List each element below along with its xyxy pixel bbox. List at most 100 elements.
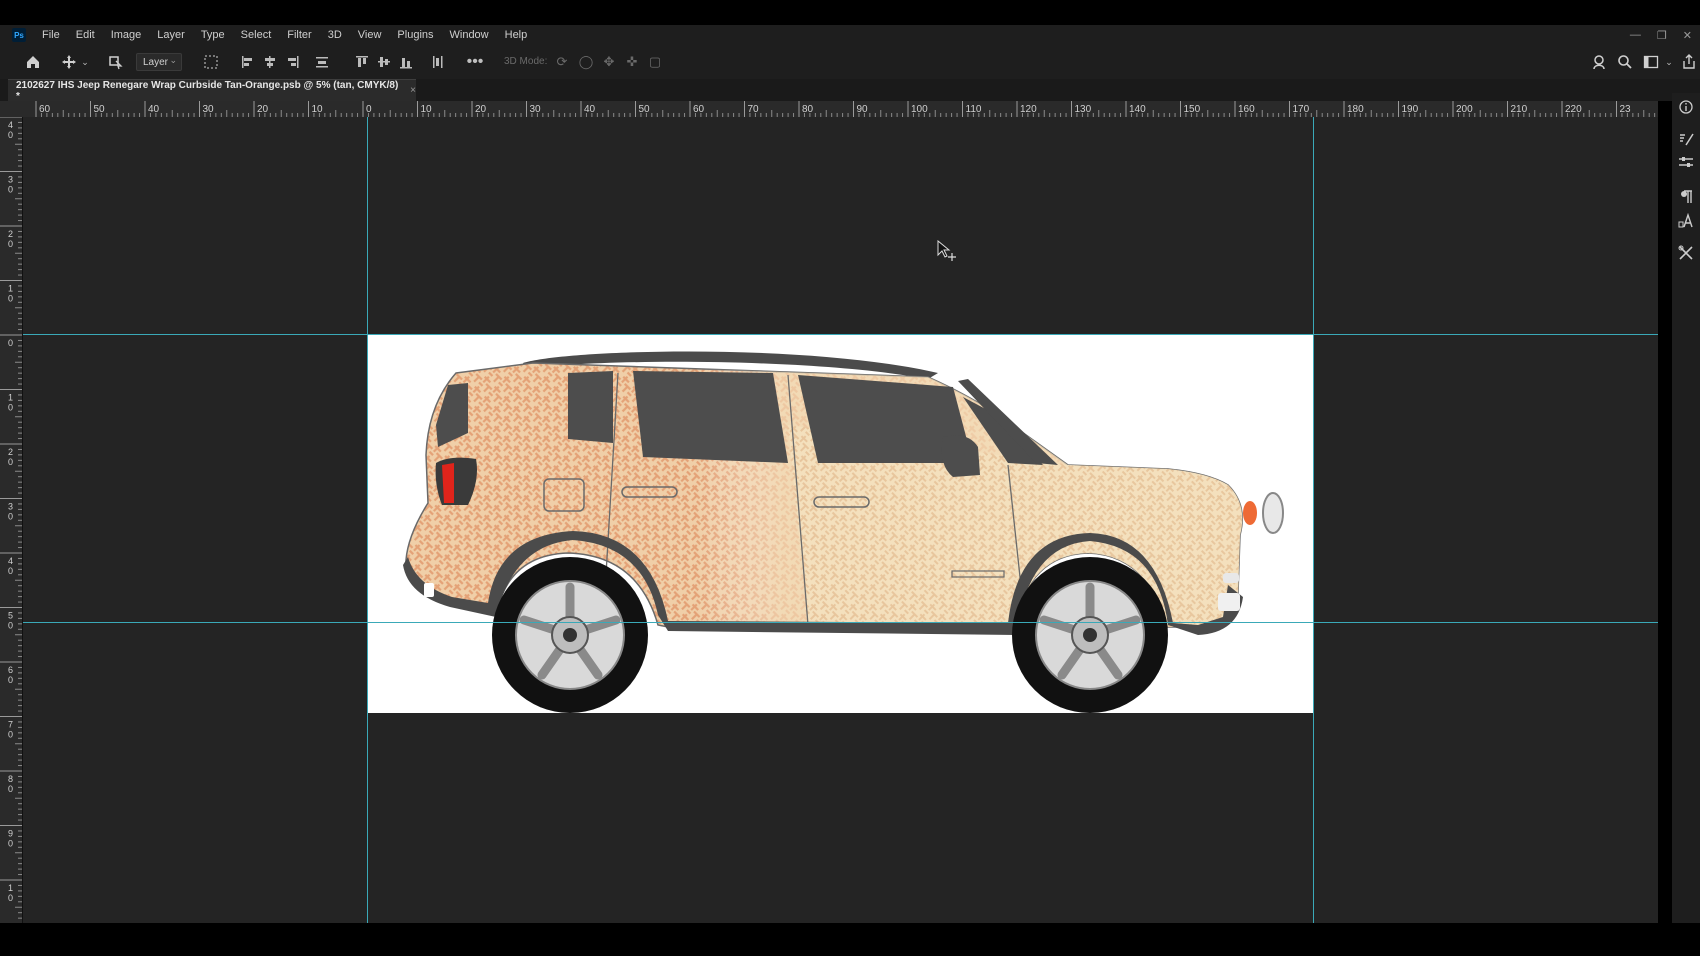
distribute-vertical-icon[interactable] bbox=[430, 53, 446, 71]
distribute-icon[interactable] bbox=[314, 53, 330, 71]
learn-icon[interactable] bbox=[1590, 53, 1608, 71]
menu-plugins[interactable]: Plugins bbox=[389, 29, 441, 41]
align-right-icon[interactable] bbox=[284, 53, 300, 71]
transform-controls-icon[interactable] bbox=[202, 53, 220, 71]
chevron-down-icon[interactable]: ⌄ bbox=[1664, 53, 1674, 71]
3d-slide-icon[interactable]: ✜ bbox=[624, 53, 640, 71]
character-icon[interactable] bbox=[1678, 213, 1694, 229]
minimize-icon[interactable]: — bbox=[1630, 29, 1641, 41]
adjustments-icon[interactable] bbox=[1678, 155, 1694, 171]
ruler-label: 0 bbox=[8, 621, 13, 631]
ruler-label: 160 bbox=[1238, 104, 1255, 115]
3d-pan-icon[interactable]: ✥ bbox=[601, 53, 617, 71]
menu-file[interactable]: File bbox=[34, 29, 68, 41]
menu-edit[interactable]: Edit bbox=[68, 29, 103, 41]
move-icon[interactable] bbox=[60, 53, 78, 71]
ruler-label: 120 bbox=[1020, 104, 1037, 115]
align-middle-icon[interactable] bbox=[376, 53, 392, 71]
ruler-label: 40 bbox=[148, 104, 160, 115]
ruler-label: 5 bbox=[8, 611, 13, 621]
ruler-label: 100 bbox=[911, 104, 928, 115]
menu-layer[interactable]: Layer bbox=[149, 29, 193, 41]
share-icon[interactable] bbox=[1680, 53, 1698, 71]
close-window-icon[interactable]: ✕ bbox=[1683, 29, 1692, 42]
auto-select-value: Layer bbox=[143, 56, 169, 68]
auto-select-dropdown[interactable]: Layer ⌄ bbox=[136, 53, 182, 71]
ruler-label: 0 bbox=[8, 675, 13, 685]
ruler-label: 0 bbox=[8, 893, 13, 903]
menu-bar: Ps File Edit Image Layer Type Select Fil… bbox=[0, 25, 1700, 45]
ruler-label: 0 bbox=[8, 338, 13, 348]
ruler-label: 2 bbox=[8, 229, 13, 239]
document-tab-bar: 2102627 IHS Jeep Renegare Wrap Curbside … bbox=[0, 79, 1700, 102]
ruler-label: 210 bbox=[1511, 104, 1528, 115]
ruler-label: 30 bbox=[203, 104, 215, 115]
search-icon[interactable] bbox=[1616, 53, 1634, 71]
ruler-label: 10 bbox=[421, 104, 433, 115]
chevron-down-icon[interactable]: ⌄ bbox=[80, 53, 90, 71]
align-center-icon[interactable] bbox=[262, 53, 278, 71]
menu-help[interactable]: Help bbox=[497, 29, 536, 41]
3d-camera-icon[interactable]: ▢ bbox=[647, 53, 663, 71]
ruler-label: 30 bbox=[530, 104, 542, 115]
tools-icon[interactable] bbox=[1678, 245, 1694, 261]
document-tab[interactable]: 2102627 IHS Jeep Renegare Wrap Curbside … bbox=[8, 79, 416, 102]
ruler-label: 70 bbox=[748, 104, 760, 115]
restore-icon[interactable]: ❐ bbox=[1657, 29, 1667, 42]
ruler-label: 60 bbox=[39, 104, 51, 115]
layers-icon[interactable] bbox=[106, 53, 124, 71]
info-icon[interactable] bbox=[1678, 99, 1694, 115]
guide-vertical[interactable] bbox=[1313, 117, 1314, 923]
chevron-down-icon: ⌄ bbox=[169, 55, 177, 65]
menu-view[interactable]: View bbox=[350, 29, 390, 41]
menu-3d[interactable]: 3D bbox=[320, 29, 350, 41]
align-top-icon[interactable] bbox=[354, 53, 370, 71]
ruler-label: 50 bbox=[94, 104, 106, 115]
vertical-ruler[interactable]: 40302010010203040506070809010 bbox=[0, 117, 23, 923]
guide-horizontal[interactable] bbox=[23, 622, 1658, 623]
ruler-label: 10 bbox=[312, 104, 324, 115]
ruler-label: 0 bbox=[8, 130, 13, 140]
ruler-label: 0 bbox=[8, 730, 13, 740]
guide-vertical[interactable] bbox=[367, 117, 368, 923]
ruler-label: 1 bbox=[8, 393, 13, 403]
artboard[interactable] bbox=[368, 335, 1313, 713]
menu-filter[interactable]: Filter bbox=[279, 29, 319, 41]
window-controls: — ❐ ✕ bbox=[1630, 25, 1692, 45]
ruler-origin[interactable] bbox=[0, 101, 22, 117]
ruler-label: 3 bbox=[8, 502, 13, 512]
workspace-icon[interactable] bbox=[1642, 53, 1660, 71]
ruler-label: 190 bbox=[1402, 104, 1419, 115]
ruler-label: 170 bbox=[1293, 104, 1310, 115]
ruler-label: 0 bbox=[8, 185, 13, 195]
menu-image[interactable]: Image bbox=[103, 29, 150, 41]
guide-horizontal[interactable] bbox=[23, 334, 1658, 335]
ruler-label: 0 bbox=[8, 839, 13, 849]
home-icon[interactable] bbox=[24, 53, 42, 71]
close-tab-icon[interactable]: × bbox=[410, 85, 416, 96]
3d-orbit-icon[interactable]: ⟳ bbox=[554, 53, 570, 71]
menu-type[interactable]: Type bbox=[193, 29, 233, 41]
document-title: 2102627 IHS Jeep Renegare Wrap Curbside … bbox=[16, 79, 399, 102]
ruler-label: 1 bbox=[8, 883, 13, 893]
horizontal-ruler[interactable]: 60 50 40 30 20 10 0 10 20 30 40 50 60 70 80 90 100 110 120… bbox=[22, 101, 1658, 118]
canvas-area[interactable] bbox=[23, 117, 1658, 923]
ruler-label: 90 bbox=[857, 104, 869, 115]
align-bottom-icon[interactable] bbox=[398, 53, 414, 71]
menu-select[interactable]: Select bbox=[233, 29, 280, 41]
status-area bbox=[0, 923, 1700, 956]
paragraph-icon[interactable] bbox=[1678, 189, 1694, 205]
ruler-label: 80 bbox=[802, 104, 814, 115]
ruler-label: 20 bbox=[475, 104, 487, 115]
brush-settings-icon[interactable] bbox=[1678, 131, 1694, 147]
align-left-icon[interactable] bbox=[240, 53, 256, 71]
ruler-label: 0 bbox=[8, 784, 13, 794]
ruler-ticks: 40302010010203040506070809010 bbox=[0, 117, 22, 919]
ruler-ticks: 60 50 40 30 20 10 0 10 20 30 40 50 60 70 80 90 100 110 120… bbox=[35, 101, 1656, 117]
move-cursor-icon bbox=[937, 239, 959, 267]
menu-window[interactable]: Window bbox=[442, 29, 497, 41]
more-icon[interactable]: ••• bbox=[466, 53, 484, 71]
ruler-label: 0 bbox=[8, 457, 13, 467]
ruler-label: 60 bbox=[693, 104, 705, 115]
3d-roll-icon[interactable]: ◯ bbox=[578, 53, 594, 71]
